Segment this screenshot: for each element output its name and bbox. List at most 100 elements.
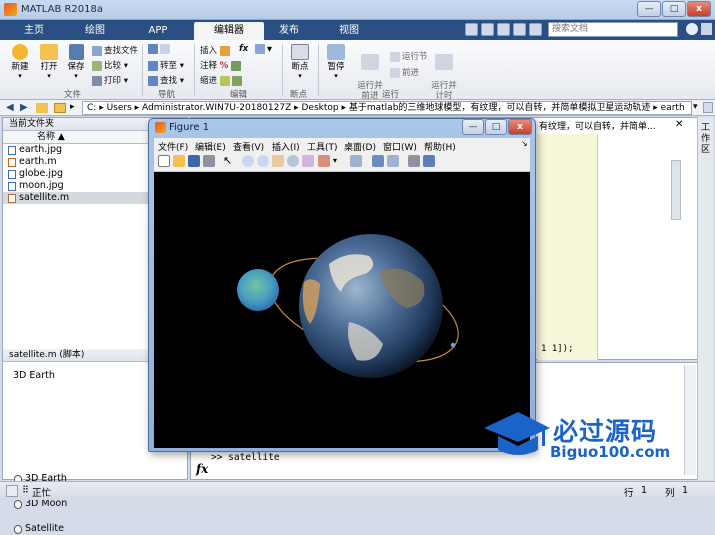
print-figure-icon[interactable]	[203, 155, 215, 167]
insert-button[interactable]: 插入	[200, 44, 232, 56]
editor-tab-title[interactable]: 型，有纹理，可以自转，并简单...	[521, 119, 671, 131]
rotate-3d-icon[interactable]	[287, 155, 299, 167]
save-figure-icon[interactable]	[188, 155, 200, 167]
breakpoints-button[interactable]: 断点 ▾	[286, 44, 314, 80]
path-history-chevron-icon[interactable]: ▾	[693, 102, 698, 112]
back-nav-icon[interactable]	[148, 44, 172, 55]
up-folder-icon[interactable]	[36, 103, 48, 113]
zoom-in-icon[interactable]	[242, 155, 254, 167]
path-project[interactable]: 基于matlab的三维地球模型，有纹理，可以自转，并简单模拟卫星运动轨迹	[349, 103, 651, 113]
tab-plots[interactable]: 绘图	[66, 22, 124, 40]
run-section-button[interactable]: 运行节	[390, 50, 428, 62]
matlab-logo-icon	[4, 3, 17, 16]
new-label: 新建	[11, 62, 29, 72]
search-input[interactable]: 搜索文档	[548, 22, 678, 37]
pan-icon[interactable]	[272, 155, 284, 167]
back-arrow-icon[interactable]: ◀	[6, 102, 14, 113]
help-quick-icon[interactable]	[529, 23, 542, 36]
run-group-label: 运行	[382, 90, 400, 100]
copy-icon[interactable]	[497, 23, 510, 36]
zoom-out-icon[interactable]	[257, 155, 269, 167]
command-scrollbar[interactable]	[684, 365, 696, 475]
tab-editor[interactable]: 编辑器	[194, 22, 264, 40]
pointer-icon[interactable]: ↖	[223, 155, 235, 167]
comment-label: 注释	[200, 61, 218, 71]
printer-icon	[92, 75, 102, 86]
cut-icon[interactable]	[481, 23, 494, 36]
collapse-toolstrip-icon[interactable]	[701, 23, 712, 35]
save-button[interactable]: 保存 ▾	[64, 44, 88, 80]
path-users[interactable]: Users	[107, 103, 132, 113]
tab-view[interactable]: 视图	[322, 22, 376, 40]
figure-minimize-button[interactable]: —	[462, 119, 484, 135]
browse-folder-icon[interactable]	[54, 103, 66, 113]
path-user[interactable]: Administrator.WIN7U-20180127Z	[142, 103, 291, 113]
data-cursor-icon[interactable]	[302, 155, 314, 167]
figure-canvas[interactable]	[154, 172, 530, 448]
fx-button[interactable]: fx	[239, 44, 248, 54]
compare-button[interactable]: 比较 ▾	[92, 59, 128, 71]
floppy-save-icon	[68, 44, 84, 60]
current-path-field[interactable]: C: ▸ Users ▸ Administrator.WIN7U-2018012…	[82, 101, 692, 115]
find-files-label: 查找文件	[104, 46, 139, 56]
goto-icon	[148, 60, 158, 71]
maximize-button[interactable]: □	[662, 1, 686, 17]
show-plot-tools-icon[interactable]	[423, 155, 435, 167]
editor-scrollbar[interactable]	[671, 160, 681, 220]
forward-arrow-icon[interactable]: ▶	[20, 102, 28, 113]
advance-button[interactable]: 前进	[390, 66, 419, 78]
tab-apps[interactable]: APP	[130, 22, 186, 40]
details-item[interactable]: Satellite	[9, 523, 193, 535]
m-file-icon	[8, 158, 16, 167]
new-figure-icon[interactable]	[158, 155, 170, 167]
brush-dropdown-icon[interactable]: ▾	[333, 155, 345, 167]
print-button[interactable]: 打印 ▾	[92, 74, 128, 86]
percent-icon: %	[219, 61, 229, 71]
undo-icon[interactable]	[513, 23, 526, 36]
open-button[interactable]: 打开 ▾	[36, 44, 62, 80]
find-files-button[interactable]: 查找文件	[92, 44, 138, 56]
search-folder-icon[interactable]	[703, 102, 713, 113]
m-file-icon	[8, 194, 16, 203]
menubar-dock-icon[interactable]: ↘	[521, 139, 528, 148]
workspace-collapsed-panel[interactable]: 工作区	[697, 117, 713, 480]
find-label: 查找	[160, 76, 178, 86]
hide-plot-tools-icon[interactable]	[408, 155, 420, 167]
comment-button[interactable]: 注释 %	[200, 59, 243, 71]
workspace-label[interactable]: 工作区	[701, 123, 711, 156]
legend-icon[interactable]	[387, 155, 399, 167]
path-earth[interactable]: earth	[661, 103, 685, 113]
editor-close-icon[interactable]: ✕	[675, 119, 683, 130]
open-file-icon[interactable]	[173, 155, 185, 167]
col-label: 列	[665, 488, 675, 499]
tab-home[interactable]: 主页	[8, 22, 60, 40]
minimize-button[interactable]: —	[637, 1, 661, 17]
figure-title: Figure 1	[169, 122, 210, 133]
search-icon[interactable]: ⌕	[668, 23, 674, 34]
path-drive[interactable]: C:	[87, 103, 96, 113]
new-button[interactable]: 新建 ▾	[6, 44, 34, 80]
find-icon	[148, 75, 158, 86]
save-quick-icon[interactable]	[465, 23, 478, 36]
fx-prompt-icon[interactable]: fx	[196, 462, 208, 476]
path-desktop[interactable]: Desktop	[302, 103, 339, 113]
indent-button[interactable]: 缩进	[200, 74, 244, 86]
figure-close-button[interactable]: x	[508, 119, 532, 135]
editor-right-margin	[597, 134, 598, 360]
pause-button[interactable]: 暂停 ▾	[322, 44, 350, 80]
insert-section-icon[interactable]: ▾	[255, 44, 272, 55]
figure-menubar: 文件(F) 编辑(E) 查看(V) 插入(I) 工具(T) 桌面(D) 窗口(W…	[154, 138, 530, 153]
close-button[interactable]: x	[687, 1, 711, 17]
code-fragment: 1 1]);	[541, 344, 574, 354]
bell-icon[interactable]	[686, 23, 698, 35]
path-dropdown-icon[interactable]: ▸	[70, 102, 75, 112]
tab-publish[interactable]: 发布	[264, 22, 314, 40]
file-name: earth.jpg	[19, 144, 63, 155]
figure-maximize-button[interactable]: □	[485, 119, 507, 135]
title-bar: MATLAB R2018a — □ x	[0, 0, 715, 20]
colorbar-icon[interactable]	[372, 155, 384, 167]
brush-icon[interactable]	[318, 155, 330, 167]
link-plot-icon[interactable]	[350, 155, 362, 167]
goto-button[interactable]: 转至 ▾	[148, 59, 184, 71]
find-button[interactable]: 查找 ▾	[148, 74, 184, 86]
